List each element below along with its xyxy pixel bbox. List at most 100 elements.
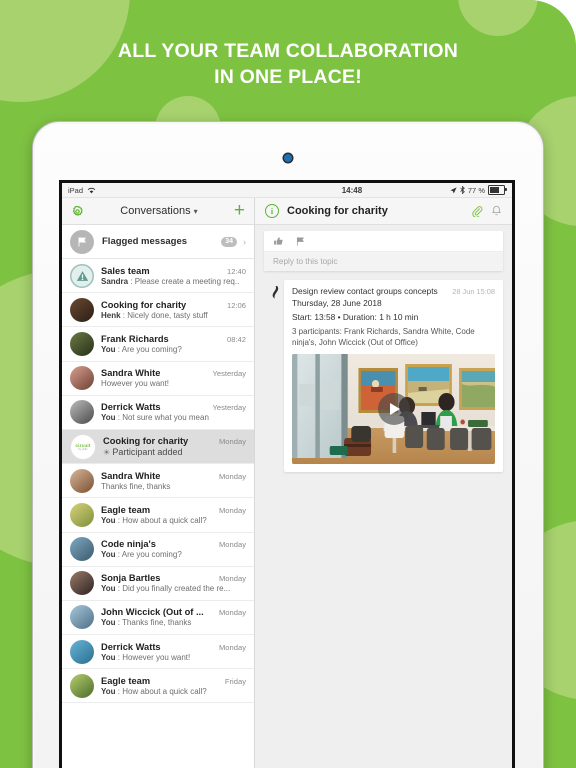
play-button-icon[interactable] xyxy=(377,393,410,425)
conversation-preview-text: Nicely done, tasty stuff xyxy=(127,310,208,320)
conversation-row[interactable]: John Wiccick (Out of ... Monday You : Than… xyxy=(62,600,254,636)
chevron-right-icon: › xyxy=(243,236,246,247)
conversation-sender: You xyxy=(101,652,116,662)
conversation-row[interactable]: circuit by unify Cooking for charity Monday… xyxy=(62,429,254,465)
conversation-row-top: Eagle team Monday xyxy=(101,505,246,515)
conversation-preview-text: Thanks fine, thanks xyxy=(101,481,171,491)
conversation-text: Eagle team Friday You : How about a quick … xyxy=(101,676,246,696)
app-body: Conversations ▾ + Flagged messages 34 › xyxy=(62,198,512,768)
conversation-text: Sandra White Yesterday However you want! xyxy=(101,368,246,388)
status-bar-right: 77 % xyxy=(450,185,512,195)
topic-title: Cooking for charity xyxy=(287,205,388,217)
topic-header: i Cooking for charity xyxy=(255,198,512,225)
call-card-header: Design review contact groups concepts 28… xyxy=(292,286,495,296)
conversation-time: Friday xyxy=(224,676,246,686)
conversation-row[interactable]: Derrick Watts Yesterday You : Not sure wha… xyxy=(62,395,254,430)
conversation-preview-text: Thanks fine, thanks xyxy=(122,618,192,628)
conversation-row[interactable]: Eagle team Monday You : How about a quick … xyxy=(62,498,254,533)
call-date: Thursday, 28 June 2018 xyxy=(292,298,382,308)
chevron-down-icon: ▾ xyxy=(193,206,198,216)
conversation-name: Code ninja's xyxy=(101,539,156,550)
conversation-row-top: Derrick Watts Yesterday xyxy=(101,402,246,412)
conversation-preview: You : Are you coming? xyxy=(101,550,182,560)
flagged-messages-row[interactable]: Flagged messages 34 › xyxy=(62,225,254,259)
conversation-row-top: John Wiccick (Out of ... Monday xyxy=(101,607,246,617)
conversation-text: Sandra White Monday Thanks fine, thanks xyxy=(101,471,246,491)
conversation-time: Yesterday xyxy=(212,369,247,379)
conversations-title[interactable]: Conversations ▾ xyxy=(84,205,234,217)
info-circle-icon[interactable]: i xyxy=(265,204,279,218)
conversation-list[interactable]: Sales team 12:40 Sandra : Please create a … xyxy=(62,259,254,768)
conversation-preview-text: Not sure what you mean xyxy=(122,413,209,423)
location-arrow-icon xyxy=(450,186,457,194)
conversation-row[interactable]: Eagle team Friday You : How about a quick … xyxy=(62,669,254,704)
status-time: 14:48 xyxy=(341,185,363,195)
contact-avatar xyxy=(70,331,94,356)
conversation-row[interactable]: Sandra White Monday Thanks fine, thanks xyxy=(62,464,254,499)
conversation-sender: Sandra xyxy=(101,276,129,286)
conversation-text: Code ninja's Monday You : Are you coming? xyxy=(101,539,246,559)
contact-avatar xyxy=(70,502,94,527)
call-topic: Design review contact groups concepts xyxy=(292,286,438,296)
conversation-name: Sonja Bartles xyxy=(101,573,161,584)
paperclip-icon[interactable] xyxy=(471,205,483,217)
promo-headline-line1: ALL YOUR TEAM COLLABORATION xyxy=(117,40,459,62)
flag-icon[interactable] xyxy=(295,236,306,247)
reply-input[interactable]: Reply to this topic xyxy=(264,252,503,271)
call-media-thumbnail[interactable] xyxy=(292,354,495,464)
conversation-name: Eagle team xyxy=(101,675,151,686)
conversation-row-top: Derrick Watts Monday xyxy=(101,642,246,652)
bluetooth-icon xyxy=(460,186,465,194)
conversation-preview-text: However you want! xyxy=(122,652,191,662)
conversation-time: Monday xyxy=(218,642,246,652)
conversation-preview-text: However you want! xyxy=(101,379,170,389)
conversation-text: Sales team 12:40 Sandra : Please create a … xyxy=(101,266,246,286)
ipad-device-frame: iPad 14:48 77 % Conversations ▾ + Flagge… xyxy=(33,122,543,768)
conversation-preview: You : Thanks fine, thanks xyxy=(101,618,192,628)
contact-avatar xyxy=(70,673,94,698)
circuit-logo-avatar: circuit by unify xyxy=(70,433,96,460)
conversation-row[interactable]: Sales team 12:40 Sandra : Please create a … xyxy=(62,259,254,294)
conversation-time: 12:06 xyxy=(226,300,246,310)
contact-avatar xyxy=(70,639,94,664)
bell-icon[interactable] xyxy=(491,205,502,217)
conversation-preview: However you want! xyxy=(101,379,246,388)
conversations-header: Conversations ▾ + xyxy=(62,198,254,225)
conversation-row[interactable]: Code ninja's Monday You : Are you coming? xyxy=(62,532,254,567)
promo-headline-line2: IN ONE PLACE! xyxy=(214,66,362,88)
conversation-row[interactable]: Sonja Bartles Monday You : Did you finally… xyxy=(62,566,254,601)
conversation-name: Sandra White xyxy=(101,368,161,379)
conversation-sender: You xyxy=(101,584,116,594)
conversation-preview-text: Did you finally created the re... xyxy=(122,584,231,594)
conversation-row[interactable]: Derrick Watts Monday You : However you wan… xyxy=(62,635,254,670)
conversation-row-top: Sandra White Monday xyxy=(101,471,246,481)
conversation-row[interactable]: Sandra White Yesterday However you want! xyxy=(62,361,254,396)
conversation-preview: You : Are you coming? xyxy=(101,344,182,354)
conversation-preview-text: Are you coming? xyxy=(121,344,182,354)
promo-headline: ALL YOUR TEAM COLLABORATION IN ONE PLACE… xyxy=(0,38,576,90)
call-participants: 3 participants: Frank Richards, Sandra W… xyxy=(292,327,475,347)
thumbs-up-icon[interactable] xyxy=(273,236,284,247)
contact-avatar xyxy=(70,537,94,562)
conversation-name: Eagle team xyxy=(101,504,151,515)
conversation-time: 12:40 xyxy=(226,266,246,276)
conversation-time: 08:42 xyxy=(226,334,246,344)
conversation-row-top: Cooking for charity Monday xyxy=(103,436,246,446)
gear-icon[interactable] xyxy=(71,205,84,218)
conversation-row-top: Sandra White Yesterday xyxy=(101,368,246,378)
plus-icon[interactable]: + xyxy=(234,201,245,220)
conversation-preview-text: How about a quick call? xyxy=(122,515,207,525)
call-meta: Start: 13:58 • Duration: 1 h 10 min xyxy=(292,312,419,322)
conversation-time: Monday xyxy=(218,505,246,515)
call-card: Design review contact groups concepts 28… xyxy=(284,280,503,472)
conversation-time: Monday xyxy=(218,540,246,550)
conversation-name: Cooking for charity xyxy=(101,299,187,310)
conversation-preview: You : Not sure what you mean xyxy=(101,413,209,423)
conversation-name: Sales team xyxy=(101,265,150,276)
conversation-row[interactable]: Frank Richards 08:42 You : Are you coming? xyxy=(62,327,254,362)
conversation-time: Monday xyxy=(218,437,246,447)
phone-icon xyxy=(264,280,284,472)
conversation-preview-text: Please create a meeting req.. xyxy=(134,276,240,286)
conversation-time: Yesterday xyxy=(212,403,247,413)
conversation-row[interactable]: Cooking for charity 12:06 Henk : Nicely do… xyxy=(62,293,254,328)
